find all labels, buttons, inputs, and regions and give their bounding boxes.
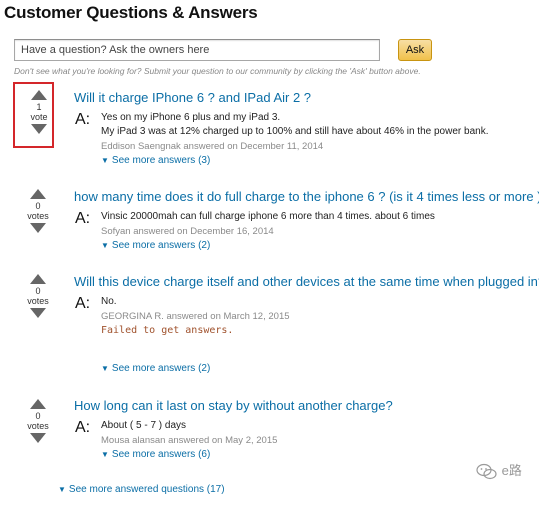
vote-label: votes bbox=[27, 421, 49, 431]
question-link[interactable]: how many time does it do full charge to … bbox=[74, 189, 539, 204]
upvote-arrow-icon[interactable] bbox=[31, 90, 47, 100]
vote-widget: 0 votes bbox=[25, 399, 51, 443]
vote-count: 0 bbox=[35, 201, 41, 211]
vote-label: votes bbox=[27, 211, 49, 221]
downvote-arrow-icon[interactable] bbox=[31, 124, 47, 134]
answer-text-line: No. bbox=[101, 296, 117, 307]
answer-a-label: A: bbox=[75, 419, 91, 436]
see-more-answers-label: See more answers (2) bbox=[111, 363, 211, 374]
answer-a-label: A: bbox=[75, 111, 91, 128]
answer-meta: Eddison Saengnak answered on December 11… bbox=[101, 141, 324, 152]
error-message: Failed to get answers. bbox=[101, 325, 234, 336]
chevron-down-icon: ▼ bbox=[101, 156, 109, 165]
downvote-arrow-icon[interactable] bbox=[30, 308, 46, 318]
downvote-arrow-icon[interactable] bbox=[30, 223, 46, 233]
answer-text-line: Vinsic 20000mah can full charge iphone 6… bbox=[101, 211, 435, 222]
question-search-input[interactable] bbox=[14, 39, 380, 61]
answer-text-line: My iPad 3 was at 12% charged up to 100% … bbox=[101, 126, 489, 137]
vote-widget: 0 votes bbox=[25, 189, 51, 233]
ask-help-note: Don't see what you're looking for? Submi… bbox=[14, 66, 421, 76]
see-more-answers-label: See more answers (6) bbox=[111, 449, 211, 460]
watermark-text: e路 bbox=[501, 463, 522, 478]
question-link[interactable]: Will this device charge itself and other… bbox=[74, 274, 539, 289]
see-more-answers-link[interactable]: ▼ See more answers (2) bbox=[101, 240, 210, 251]
vote-widget: 1 vote bbox=[13, 82, 54, 148]
answer-meta: Mousa alansan answered on May 2, 2015 bbox=[101, 435, 278, 446]
vote-label: vote bbox=[30, 112, 48, 122]
downvote-arrow-icon[interactable] bbox=[30, 433, 46, 443]
ask-button[interactable]: Ask bbox=[398, 39, 432, 61]
vote-count: 0 bbox=[35, 411, 41, 421]
chevron-down-icon: ▼ bbox=[101, 364, 109, 373]
page-title: Customer Questions & Answers bbox=[4, 3, 258, 22]
answer-a-label: A: bbox=[75, 210, 91, 227]
question-link[interactable]: Will it charge IPhone 6 ? and IPad Air 2… bbox=[74, 90, 311, 105]
see-more-answers-link[interactable]: ▼ See more answers (2) bbox=[101, 363, 210, 374]
chevron-down-icon: ▼ bbox=[58, 485, 66, 494]
answer-text-line: About ( 5 - 7 ) days bbox=[101, 420, 187, 431]
upvote-arrow-icon[interactable] bbox=[30, 189, 46, 199]
upvote-arrow-icon[interactable] bbox=[30, 399, 46, 409]
ask-question-form: Ask bbox=[14, 39, 434, 61]
see-more-answers-label: See more answers (2) bbox=[111, 240, 211, 251]
upvote-arrow-icon[interactable] bbox=[30, 274, 46, 284]
vote-count: 0 bbox=[35, 286, 41, 296]
see-more-answered-questions-label: See more answered questions (17) bbox=[68, 484, 225, 495]
answer-text-line: Yes on my iPhone 6 plus and my iPad 3. bbox=[101, 112, 281, 123]
answer-a-label: A: bbox=[75, 295, 91, 312]
see-more-answers-label: See more answers (3) bbox=[111, 155, 211, 166]
vote-count: 1 bbox=[36, 102, 42, 112]
watermark: e路 bbox=[476, 460, 522, 481]
chevron-down-icon: ▼ bbox=[101, 450, 109, 459]
vote-label: votes bbox=[27, 296, 49, 306]
see-more-answers-link[interactable]: ▼ See more answers (6) bbox=[101, 449, 210, 460]
vote-widget: 0 votes bbox=[25, 274, 51, 318]
wechat-icon bbox=[476, 463, 502, 479]
answer-meta: GEORGINA R. answered on March 12, 2015 bbox=[101, 311, 290, 322]
question-link[interactable]: How long can it last on stay by without … bbox=[74, 398, 393, 413]
see-more-answers-link[interactable]: ▼ See more answers (3) bbox=[101, 155, 210, 166]
answer-meta: Sofyan answered on December 16, 2014 bbox=[101, 226, 274, 237]
see-more-answered-questions-link[interactable]: ▼ See more answered questions (17) bbox=[58, 484, 225, 495]
chevron-down-icon: ▼ bbox=[101, 241, 109, 250]
